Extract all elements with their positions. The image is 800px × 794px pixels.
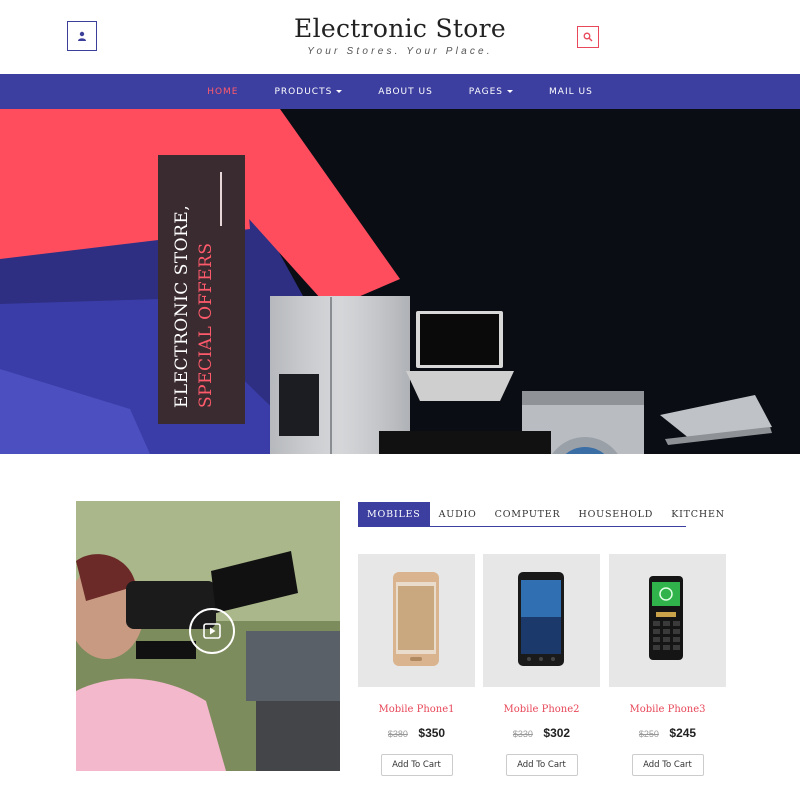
fridge-image [270, 296, 410, 454]
old-price: $330 [512, 729, 533, 739]
product-card: Mobile Phone3 $250 $245 Add To Cart [609, 554, 726, 776]
nav-item-label: HOME [207, 86, 239, 97]
add-to-cart-button[interactable]: Add To Cart [631, 754, 704, 776]
caret-down-icon [507, 90, 514, 93]
hero-background-image [0, 109, 800, 454]
nav-item-pages[interactable]: PAGES [451, 87, 531, 97]
nav-item-home[interactable]: HOME [189, 87, 256, 97]
product-prices: $380 $350 [358, 724, 475, 742]
promo-line-2: SPECIAL OFFERS [196, 242, 216, 408]
brand[interactable]: Electronic Store Your Stores. Your Place… [0, 14, 800, 57]
brand-tagline: Your Stores. Your Place. [307, 46, 493, 57]
tab-audio[interactable]: AUDIO [430, 502, 486, 526]
promo-banner-box[interactable]: ELECTRONIC STORE, SPECIAL OFFERS [158, 155, 245, 424]
main-nav: HOME PRODUCTS ABOUT US PAGES MAIL US [0, 74, 800, 109]
nav-item-about-us[interactable]: ABOUT US [360, 87, 451, 97]
hero-banner[interactable]: ELECTRONIC STORE, SPECIAL OFFERS [0, 109, 800, 454]
add-to-cart-button[interactable]: Add To Cart [505, 754, 578, 776]
old-price: $250 [638, 729, 659, 739]
price: $350 [418, 726, 446, 740]
tv-image [379, 431, 551, 454]
product-name[interactable]: Mobile Phone1 [358, 704, 475, 715]
laptop-image [406, 311, 514, 401]
price: $245 [669, 726, 697, 740]
product-name[interactable]: Mobile Phone2 [483, 704, 600, 715]
add-to-cart-button[interactable]: Add To Cart [380, 754, 453, 776]
price: $302 [543, 726, 571, 740]
product-card: Mobile Phone2 $330 $302 Add To Cart [483, 554, 600, 776]
caret-down-icon [336, 90, 343, 93]
tab-kitchen[interactable]: KITCHEN [662, 502, 734, 526]
products-section: MOBILES AUDIO COMPUTER HOUSEHOLD KITCHEN… [0, 454, 800, 794]
product-prices: $330 $302 [483, 724, 600, 742]
product-image[interactable] [609, 554, 726, 687]
promo-line-1: ELECTRONIC STORE, [172, 204, 192, 408]
tab-computer[interactable]: COMPUTER [486, 502, 570, 526]
play-icon [203, 623, 221, 639]
product-image[interactable] [358, 554, 475, 687]
phone-image [649, 576, 683, 660]
nav-item-label: ABOUT US [378, 86, 433, 97]
product-image[interactable] [483, 554, 600, 687]
phone-image [518, 572, 564, 666]
site-header: Electronic Store Your Stores. Your Place… [0, 0, 800, 74]
nav-item-label: PAGES [468, 86, 504, 97]
product-card: Mobile Phone1 $380 $350 Add To Cart [358, 554, 475, 776]
category-tabs: MOBILES AUDIO COMPUTER HOUSEHOLD KITCHEN [358, 502, 724, 527]
phone-image [393, 572, 439, 666]
nav-item-mail-us[interactable]: MAIL US [531, 87, 611, 97]
video-thumbnail[interactable] [76, 501, 340, 771]
play-button[interactable] [189, 608, 235, 654]
nav-item-products[interactable]: PRODUCTS [257, 87, 361, 97]
product-name[interactable]: Mobile Phone3 [609, 704, 726, 715]
nav-item-label: MAIL US [549, 86, 593, 97]
tab-mobiles[interactable]: MOBILES [358, 502, 430, 526]
promo-divider [220, 172, 222, 226]
search-button[interactable] [577, 26, 599, 48]
promo-text: ELECTRONIC STORE, SPECIAL OFFERS [158, 155, 245, 424]
old-price: $380 [387, 729, 408, 739]
search-icon [583, 32, 593, 42]
nav-item-label: PRODUCTS [274, 86, 333, 97]
tab-household[interactable]: HOUSEHOLD [569, 502, 662, 526]
brand-title: Electronic Store [294, 14, 506, 43]
product-prices: $250 $245 [609, 724, 726, 742]
